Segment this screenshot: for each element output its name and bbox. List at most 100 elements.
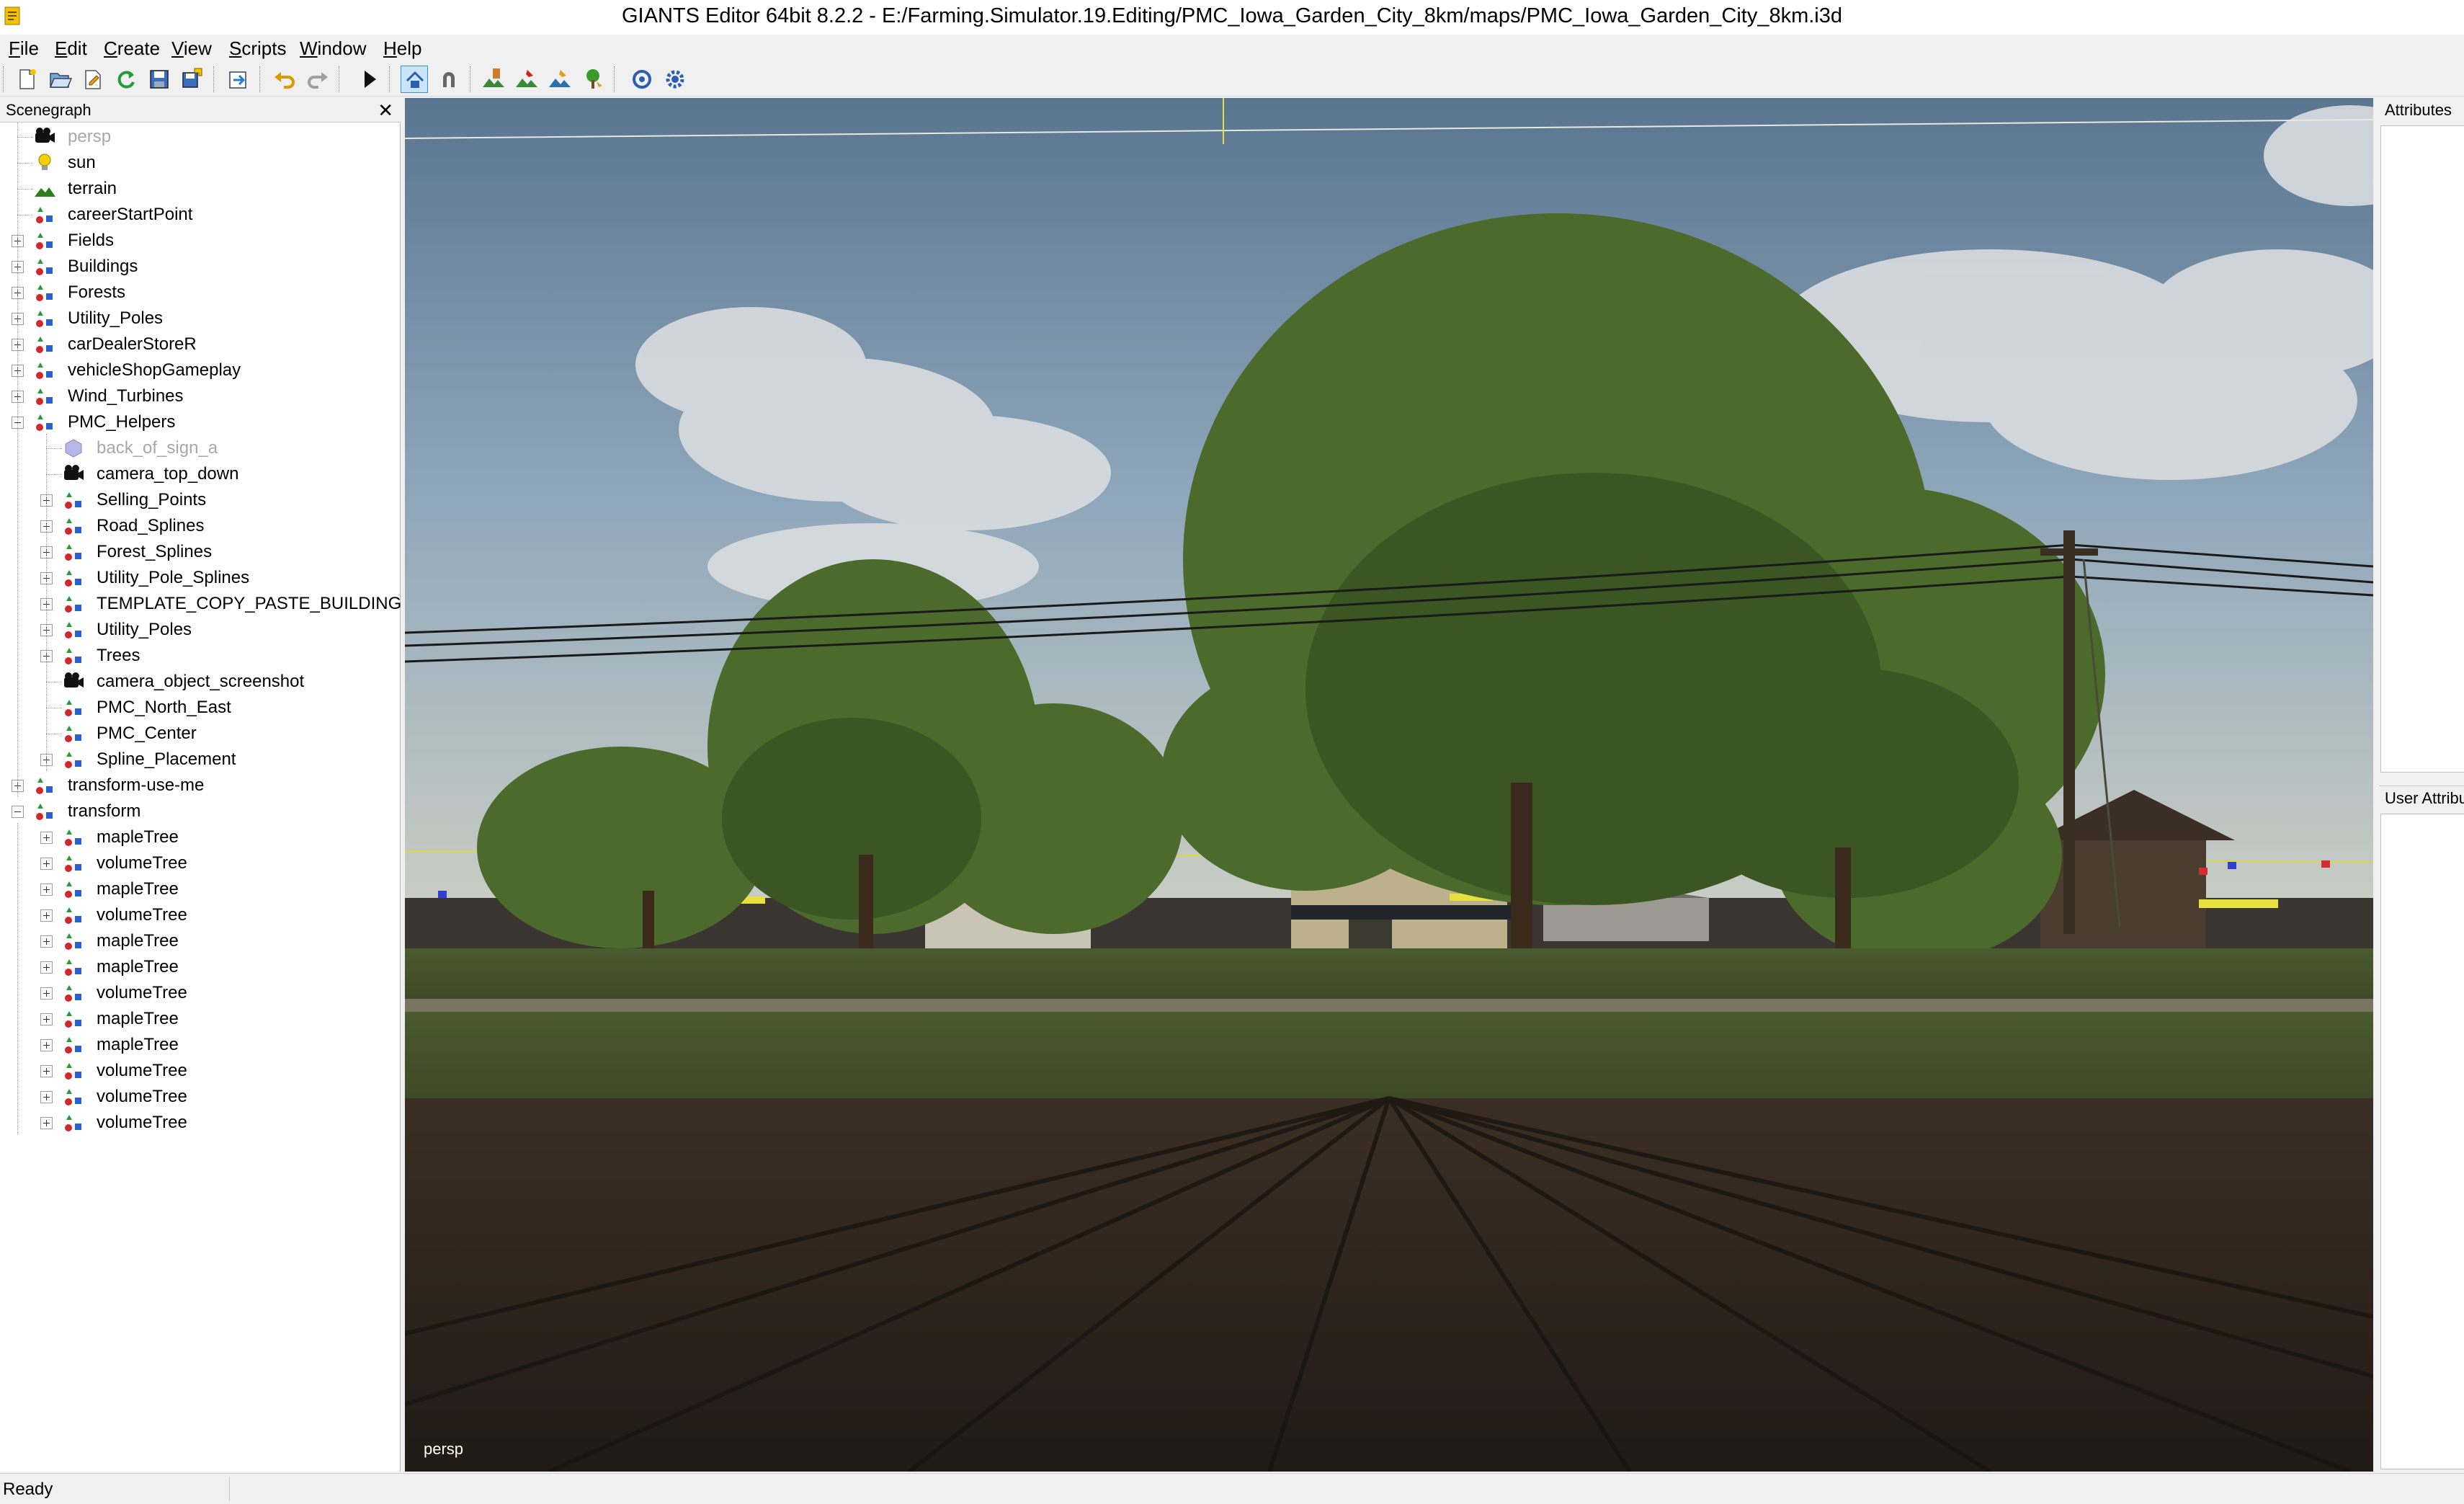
redo-button[interactable] [304,66,331,93]
magnet-icon [443,72,455,87]
scenegraph-node[interactable]: transform-use-me [0,773,401,798]
expand-icon[interactable] [40,1039,53,1051]
scenegraph-node[interactable]: vehicleShopGameplay [0,357,401,383]
expand-icon[interactable] [40,987,53,1000]
scenegraph-node-label: camera_top_down [97,464,239,484]
export-button[interactable] [225,66,252,93]
refresh-icon [633,70,651,89]
scenegraph-node[interactable]: Fields [0,228,401,254]
scenegraph-node[interactable]: back_of_sign_a [0,435,401,461]
close-icon[interactable]: ✕ [378,99,393,122]
scenegraph-node[interactable]: TEMPLATE_COPY_PASTE_BUILDING [0,591,401,617]
menu-window[interactable]: Window [300,37,366,60]
scenegraph-node[interactable]: PMC_Center [0,721,401,747]
scenegraph-node[interactable]: mapleTree [0,876,401,902]
scenegraph-node[interactable]: PMC_Helpers [0,409,401,435]
scenegraph-node[interactable]: terrain [0,176,401,202]
scenegraph-node[interactable]: mapleTree [0,824,401,850]
settings-button[interactable] [661,66,689,93]
expand-icon[interactable] [40,1091,53,1103]
scenegraph-node[interactable]: mapleTree [0,954,401,980]
expand-icon[interactable] [40,832,53,844]
tree-paint-button[interactable] [579,66,607,93]
expand-icon[interactable] [40,884,53,896]
scenegraph-node[interactable]: Forests [0,280,401,306]
scenegraph-node[interactable]: volumeTree [0,902,401,928]
menu-edit[interactable]: Edit [55,37,87,60]
expand-icon[interactable] [40,935,53,948]
scenegraph-node-label: Wind_Turbines [68,386,184,406]
menu-accelerator: V [171,37,184,59]
toolbar-separator [470,66,472,92]
scenegraph-node[interactable]: Utility_Poles [0,306,401,331]
menu-help[interactable]: Help [383,37,421,60]
expand-icon[interactable] [40,1117,53,1129]
menu-scripts[interactable]: Scripts [229,37,286,60]
new-file-button[interactable] [13,66,40,93]
collapse-icon[interactable] [12,806,24,818]
scenegraph-node[interactable]: carDealerStoreR [0,331,401,357]
scenegraph-node[interactable]: mapleTree [0,1032,401,1058]
scenegraph-node[interactable]: mapleTree [0,1006,401,1032]
toolbar [0,62,2464,97]
menu-create[interactable]: Create [104,37,160,60]
scenegraph-node[interactable]: volumeTree [0,1110,401,1136]
scenegraph-node-label: PMC_Center [97,724,197,743]
select-mode-button[interactable] [401,66,428,93]
scenegraph-node[interactable]: Utility_Poles [0,617,401,643]
terrain-sculpt-button[interactable] [480,66,507,93]
3d-viewport[interactable]: persp [405,98,2373,1472]
scenegraph-node[interactable]: volumeTree [0,980,401,1006]
magnet-button[interactable] [435,66,463,93]
scenegraph-node[interactable]: Trees [0,643,401,669]
undo-button[interactable] [271,66,298,93]
tree-guide-line [46,434,47,771]
import-button[interactable] [79,66,107,93]
scenegraph-node[interactable]: PMC_North_East [0,695,401,721]
scenegraph-node[interactable]: Buildings [0,254,401,280]
expand-icon[interactable] [40,1013,53,1025]
scenegraph-node[interactable]: Utility_Pole_Splines [0,565,401,591]
scenegraph-node[interactable]: sun [0,150,401,176]
expand-icon[interactable] [40,858,53,870]
menu-view[interactable]: View [171,37,212,60]
transform-group-icon [62,904,85,926]
toolbar-separator [213,66,215,92]
reload-button[interactable] [112,66,140,93]
scenegraph-node[interactable]: volumeTree [0,1058,401,1084]
menu-file[interactable]: File [9,37,39,60]
redo-icon [308,72,328,89]
terrain-paint-icon [516,70,537,87]
expand-icon[interactable] [40,961,53,974]
scenegraph-node[interactable]: Selling_Points [0,487,401,513]
scenegraph-node-label: camera_object_screenshot [97,672,305,691]
scenegraph-node[interactable]: Spline_Placement [0,747,401,773]
scenegraph-node[interactable]: mapleTree [0,928,401,954]
tree-connector [17,163,33,164]
transform-group-icon [62,749,85,770]
scenegraph-node[interactable]: volumeTree [0,850,401,876]
scenegraph-node[interactable]: volumeTree [0,1084,401,1110]
expand-icon[interactable] [40,1065,53,1077]
scenegraph-node[interactable]: camera_top_down [0,461,401,487]
scenegraph-node[interactable]: Wind_Turbines [0,383,401,409]
transform-group-icon [62,697,85,718]
terrain-paint-button[interactable] [513,66,540,93]
play-button[interactable] [356,66,383,93]
scenegraph-node[interactable]: Forest_Splines [0,539,401,565]
save-as-button[interactable] [179,66,206,93]
scenegraph-node[interactable]: persp [0,124,401,150]
open-file-button[interactable] [46,66,73,93]
refresh-button[interactable] [628,66,656,93]
scenegraph-node-label: PMC_Helpers [68,412,176,432]
scene-render [405,98,2373,1472]
scenegraph-node[interactable]: Road_Splines [0,513,401,539]
scenegraph-node[interactable]: transform [0,798,401,824]
foliage-paint-button[interactable] [546,66,573,93]
expand-icon[interactable] [40,909,53,922]
scenegraph-node-label: TEMPLATE_COPY_PASTE_BUILDING [97,594,401,613]
transform-group-icon [62,515,85,537]
scenegraph-node[interactable]: camera_object_screenshot [0,669,401,695]
scenegraph-node[interactable]: careerStartPoint [0,202,401,228]
save-button[interactable] [146,66,173,93]
